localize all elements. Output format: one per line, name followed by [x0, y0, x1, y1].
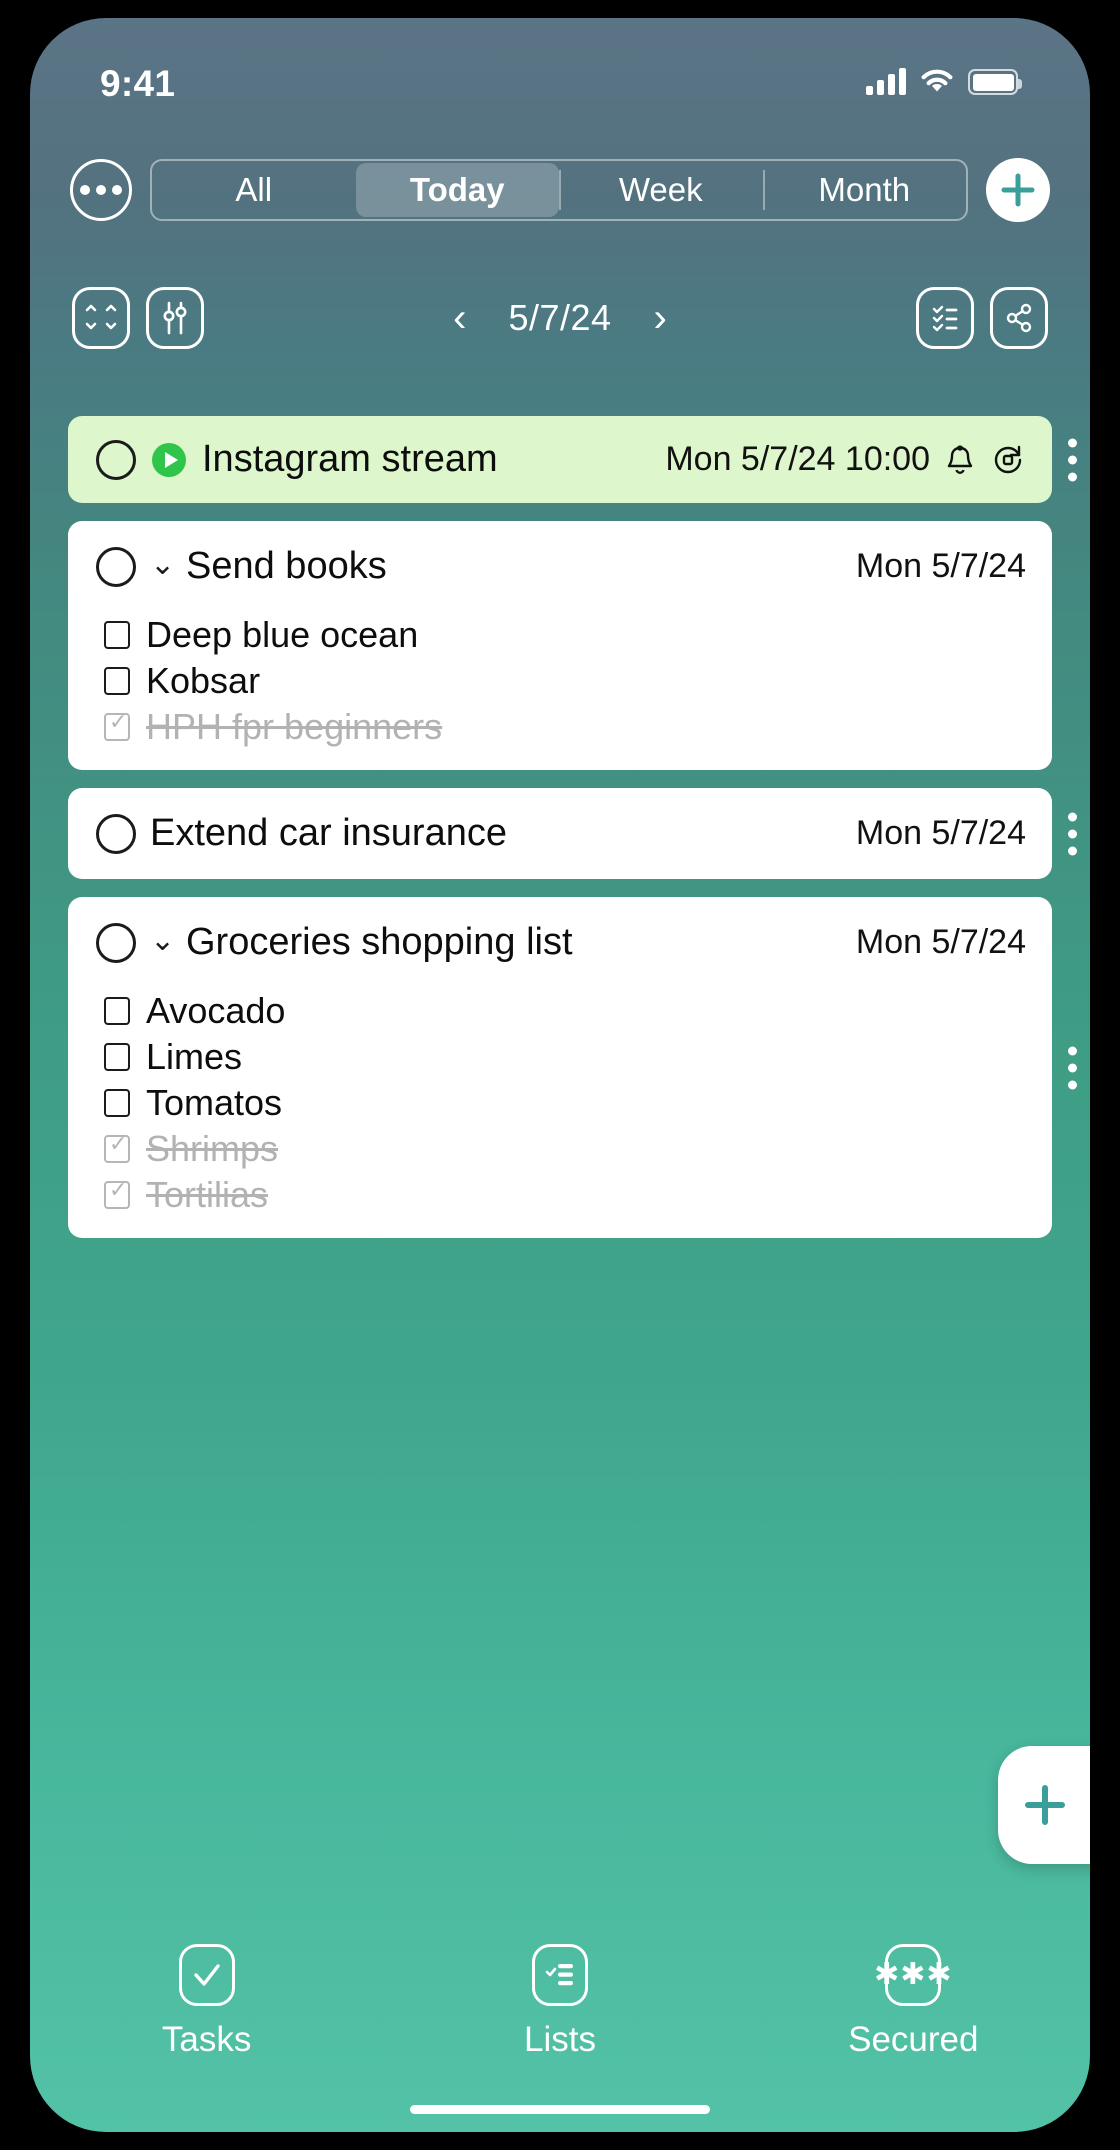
chevron-down-icon[interactable]: ⌄	[150, 925, 175, 956]
phone-screen: 9:41 All Today Week Month ‹ 5/7/24 › Ins…	[30, 18, 1090, 2132]
floating-add-button[interactable]	[998, 1746, 1090, 1864]
task-due-date: Mon 5/7/24	[855, 814, 1026, 852]
task-due-date: Mon 5/7/24	[855, 923, 1026, 961]
tab-secured[interactable]: ✱✱✱ Secured	[737, 1944, 1090, 2060]
status-bar: 9:41	[30, 18, 1090, 128]
password-asterisks-icon: ✱✱✱	[874, 1944, 952, 2006]
subtask-item[interactable]: Tortilias	[68, 1172, 1052, 1238]
task-overflow-menu[interactable]	[1068, 1046, 1077, 1089]
subtask-checkbox[interactable]	[104, 709, 130, 741]
tab-today[interactable]: Today	[355, 163, 559, 217]
task-row: Extend car insurance Mon 5/7/24	[30, 788, 1090, 879]
subtask-label: Tortilias	[146, 1174, 269, 1215]
task-list: Instagram stream Mon 5/7/24 10:00 ⌄ Send…	[30, 416, 1090, 1256]
tab-label: Tasks	[161, 2020, 252, 2059]
home-indicator	[410, 2105, 710, 2114]
task-due-date: Mon 5/7/24 10:00	[665, 440, 930, 478]
subtask-label: Tomatos	[146, 1082, 283, 1123]
tab-label: Lists	[524, 2020, 596, 2059]
subtask-item[interactable]: Limes	[68, 1034, 1052, 1080]
tab-lists[interactable]: Lists	[383, 1944, 736, 2060]
bell-icon[interactable]	[944, 443, 976, 477]
cellular-signal-icon	[866, 68, 906, 95]
battery-icon	[968, 69, 1022, 95]
subtask-label: Kobsar	[146, 660, 261, 701]
recurring-icon[interactable]	[990, 442, 1026, 478]
task-header: Instagram stream Mon 5/7/24 10:00	[68, 416, 1052, 503]
subtask-checkbox[interactable]	[104, 621, 130, 649]
task-row: ⌄ Send books Mon 5/7/24 Deep blue ocean …	[30, 521, 1090, 770]
subtask-label: Limes	[146, 1036, 243, 1077]
subtask-checkbox[interactable]	[104, 1089, 130, 1117]
task-card-groceries-shopping-list[interactable]: ⌄ Groceries shopping list Mon 5/7/24 Avo…	[68, 897, 1052, 1238]
share-icon[interactable]	[990, 287, 1048, 349]
tab-all[interactable]: All	[152, 161, 356, 219]
task-header: Extend car insurance Mon 5/7/24	[68, 788, 1052, 879]
add-task-button[interactable]	[986, 158, 1050, 222]
tab-tasks[interactable]: Tasks	[30, 1944, 383, 2060]
subtask-label: Avocado	[146, 990, 286, 1031]
date-navigation-bar: ‹ 5/7/24 ›	[30, 280, 1090, 356]
chevron-down-icon[interactable]: ⌄	[150, 549, 175, 580]
current-date-label[interactable]: 5/7/24	[508, 297, 611, 339]
task-card-instagram-stream[interactable]: Instagram stream Mon 5/7/24 10:00	[68, 416, 1052, 503]
ellipsis-icon[interactable]	[70, 159, 132, 221]
task-card-extend-car-insurance[interactable]: Extend car insurance Mon 5/7/24	[68, 788, 1052, 879]
task-complete-checkbox[interactable]	[96, 813, 136, 854]
tab-week[interactable]: Week	[559, 161, 763, 219]
subtask-item[interactable]: Avocado	[68, 988, 1052, 1034]
checklist-icon[interactable]	[916, 287, 974, 349]
checkmark-box-icon	[178, 1944, 235, 2006]
tab-month[interactable]: Month	[762, 161, 967, 219]
expand-collapse-icon[interactable]	[72, 287, 130, 349]
task-card-send-books[interactable]: ⌄ Send books Mon 5/7/24 Deep blue ocean …	[68, 521, 1052, 770]
chevron-left-icon[interactable]: ‹	[453, 298, 466, 338]
subtask-checkbox[interactable]	[104, 667, 130, 695]
date-stepper: ‹ 5/7/24 ›	[220, 297, 900, 339]
subtask-checkbox[interactable]	[104, 1177, 130, 1209]
wifi-icon	[921, 69, 953, 92]
task-due-date: Mon 5/7/24	[855, 547, 1026, 585]
subtask-checkbox[interactable]	[104, 1131, 130, 1163]
status-time: 9:41	[100, 63, 176, 104]
chevron-right-icon[interactable]: ›	[654, 298, 667, 338]
plus-icon	[1001, 173, 1035, 207]
subtask-label: Deep blue ocean	[146, 614, 419, 655]
subtask-item[interactable]: HPH fpr beginners	[68, 704, 1052, 770]
tab-label: Secured	[848, 2020, 979, 2059]
subtask-item[interactable]: Kobsar	[68, 658, 1052, 704]
task-meta: Mon 5/7/24 10:00	[665, 440, 1026, 479]
task-title: Send books	[186, 545, 387, 587]
sliders-filter-icon[interactable]	[146, 287, 204, 349]
plus-icon	[1025, 1785, 1065, 1825]
task-header: ⌄ Groceries shopping list Mon 5/7/24	[68, 897, 1052, 988]
subtask-checkbox[interactable]	[104, 1043, 130, 1071]
task-row: ⌄ Groceries shopping list Mon 5/7/24 Avo…	[30, 897, 1090, 1238]
subtask-label: HPH fpr beginners	[146, 706, 443, 747]
task-overflow-menu[interactable]	[1068, 438, 1077, 481]
task-complete-checkbox[interactable]	[96, 546, 136, 587]
task-title: Extend car insurance	[150, 812, 507, 854]
subtask-item[interactable]: Tomatos	[68, 1080, 1052, 1126]
task-header: ⌄ Send books Mon 5/7/24	[68, 521, 1052, 612]
task-overflow-menu[interactable]	[1068, 812, 1077, 855]
bottom-tab-bar: Tasks Lists ✱✱✱ Secured	[30, 1932, 1090, 2132]
task-complete-checkbox[interactable]	[96, 439, 136, 480]
task-title: Groceries shopping list	[186, 921, 573, 963]
play-icon[interactable]	[150, 441, 188, 479]
checklist-box-icon	[531, 1944, 588, 2006]
subtask-label: Shrimps	[146, 1128, 279, 1169]
date-bar-actions	[900, 287, 1048, 349]
status-icons	[866, 68, 1022, 95]
subtask-checkbox[interactable]	[104, 997, 130, 1025]
task-row: Instagram stream Mon 5/7/24 10:00	[30, 416, 1090, 503]
subtask-item[interactable]: Deep blue ocean	[68, 612, 1052, 658]
view-segmented-control[interactable]: All Today Week Month	[150, 159, 968, 221]
task-title: Instagram stream	[202, 438, 498, 480]
task-complete-checkbox[interactable]	[96, 922, 136, 963]
top-toolbar: All Today Week Month	[30, 154, 1090, 226]
subtask-item[interactable]: Shrimps	[68, 1126, 1052, 1172]
